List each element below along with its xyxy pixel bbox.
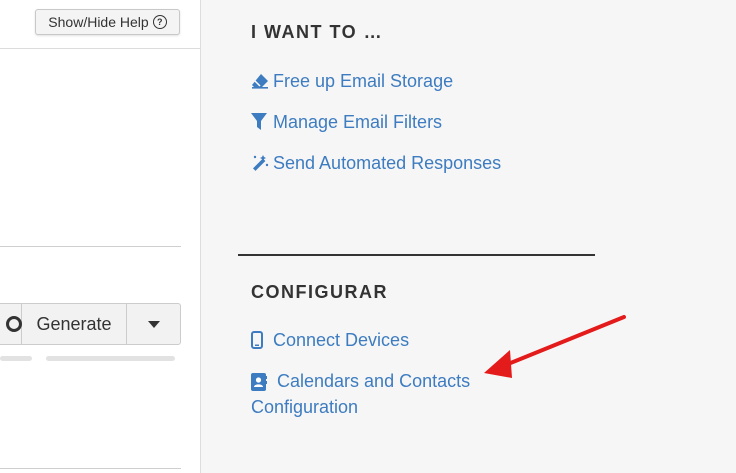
annotation-arrow bbox=[484, 315, 626, 378]
